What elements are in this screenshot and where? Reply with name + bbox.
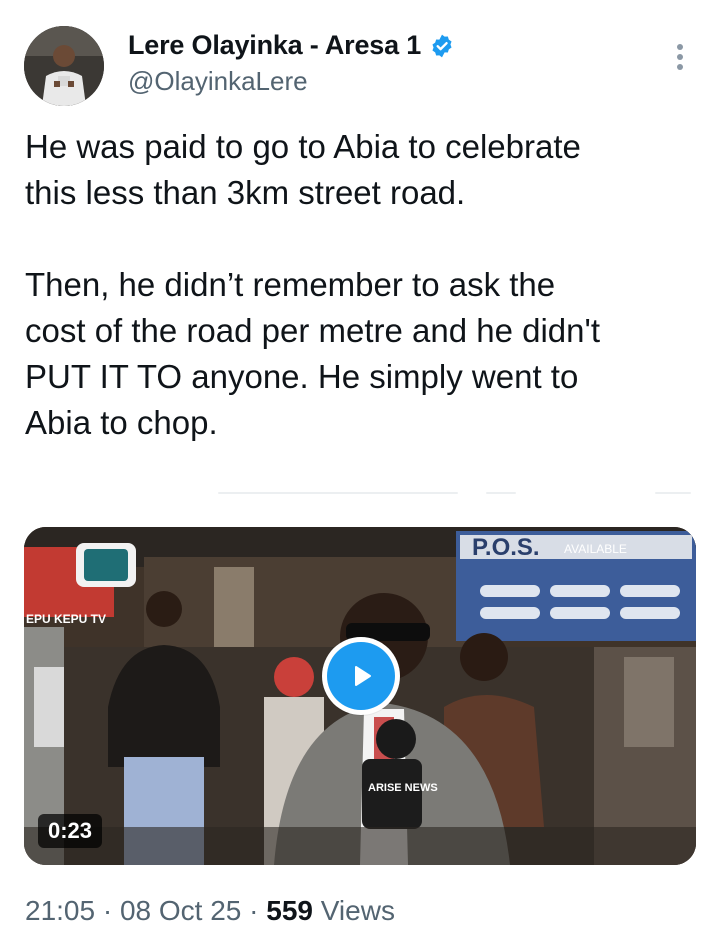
play-icon[interactable]	[327, 642, 395, 710]
tweet-line: PUT IT TO anyone. He simply went to	[25, 358, 579, 395]
divider	[655, 492, 691, 494]
tweet-line: Then, he didn’t remember to ask the	[25, 266, 556, 303]
tweet-meta: 21:05 · 08 Oct 25 · 559 Views	[25, 895, 395, 927]
tweet-body: He was paid to go to Abia to celebrate t…	[25, 124, 705, 446]
divider	[218, 492, 458, 494]
tweet-time[interactable]: 21:05	[25, 895, 95, 926]
logo-text: EPU KEPU TV	[26, 612, 106, 626]
views-label[interactable]: Views	[321, 895, 395, 926]
tweet-date[interactable]: 08 Oct 25	[120, 895, 241, 926]
avatar-image	[24, 26, 104, 106]
divider	[486, 492, 516, 494]
tweet-line: Abia to chop.	[25, 404, 218, 441]
tweet-card: Lere Olayinka - Aresa 1 @OlayinkaLere He…	[0, 0, 720, 950]
meta-separator: ·	[102, 895, 113, 926]
tweet-line: cost of the road per metre and he didn't	[25, 312, 600, 349]
views-count[interactable]: 559	[266, 895, 313, 926]
verified-badge-icon	[429, 33, 455, 59]
video-duration: 0:23	[38, 814, 103, 848]
avatar[interactable]	[24, 26, 104, 106]
play-button[interactable]	[322, 637, 400, 715]
author-display-name[interactable]: Lere Olayinka - Aresa 1	[128, 30, 421, 61]
sign-text: P.O.S.	[472, 534, 540, 561]
author-name-row[interactable]: Lere Olayinka - Aresa 1	[128, 30, 455, 61]
mic-text: ARISE NEWS	[368, 782, 438, 794]
meta-separator: ·	[249, 895, 259, 926]
author-handle[interactable]: @OlayinkaLere	[128, 66, 308, 97]
tweet-line: this less than 3km street road.	[25, 174, 466, 211]
sign-subtext: AVAILABLE	[564, 542, 627, 556]
tweet-line: He was paid to go to Abia to celebrate	[25, 128, 581, 165]
more-vertical-icon[interactable]	[668, 40, 692, 74]
